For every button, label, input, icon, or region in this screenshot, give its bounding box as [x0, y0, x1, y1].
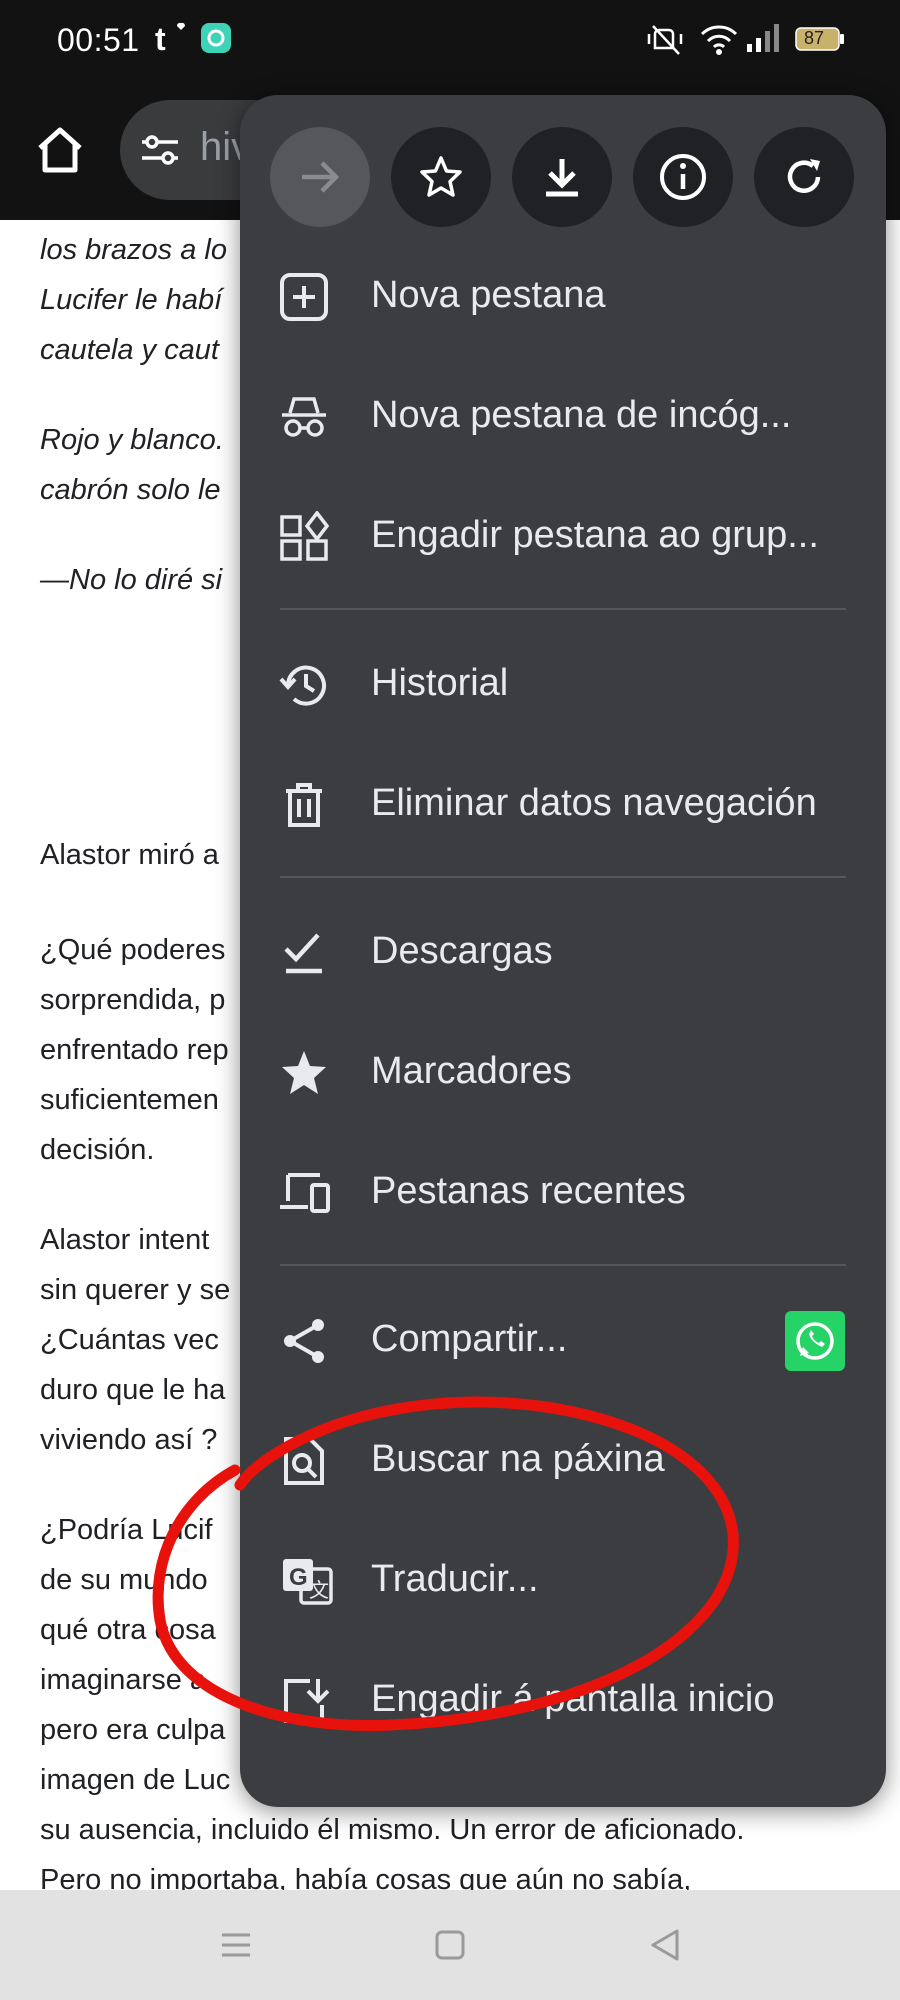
page-info-button[interactable]	[633, 127, 733, 227]
refresh-icon	[787, 159, 821, 193]
history-icon	[279, 665, 326, 706]
text-line: cabrón solo le	[40, 474, 221, 506]
menu-item-incognito[interactable]: Nova pestana de incóg...	[240, 355, 886, 475]
tab-group-icon	[280, 511, 330, 561]
menu-item-label: Descargas	[371, 930, 553, 972]
star-outline-icon	[420, 156, 462, 197]
text-line: los brazos a lo	[40, 234, 227, 266]
menu-item-bookmarks[interactable]: Marcadores	[240, 1011, 886, 1131]
home-icon	[38, 127, 82, 173]
menu-item-label: Traducir...	[371, 1558, 539, 1600]
status-time: 00:51	[57, 22, 140, 58]
menu-divider	[280, 608, 846, 610]
text-line: su ausencia, incluido él mismo. Un error…	[40, 1814, 745, 1846]
home-button[interactable]	[30, 120, 90, 180]
devices-icon	[280, 1173, 330, 1213]
text-line: suficientemen	[40, 1084, 219, 1116]
trash-icon	[286, 783, 322, 827]
system-nav-bar	[0, 1890, 900, 2000]
menu-icon[interactable]	[216, 1925, 256, 1965]
svg-text:G: G	[289, 1564, 308, 1591]
menu-item-label: Nova pestana	[371, 274, 606, 316]
svg-text:t: t	[155, 21, 166, 56]
app-notification-icon	[200, 22, 232, 59]
whatsapp-icon[interactable]	[785, 1311, 845, 1371]
menu-item-label: Buscar na páxina	[371, 1438, 665, 1480]
svg-text:文: 文	[309, 1579, 329, 1602]
menu-item-label: Pestanas recentes	[371, 1170, 686, 1212]
menu-item-translate[interactable]: G文 Traducir...	[240, 1519, 886, 1639]
menu-action-row	[240, 95, 886, 255]
site-settings-icon[interactable]	[138, 130, 182, 175]
text-line: Alastor miró a	[40, 839, 219, 871]
menu-item-label: Compartir...	[371, 1318, 568, 1360]
back-triangle-icon[interactable]	[645, 1925, 685, 1965]
new-tab-icon	[280, 273, 328, 321]
text-line: ¿Qué poderes	[40, 934, 226, 966]
text-line: ¿Podría Lucif	[40, 1514, 213, 1546]
forward-button[interactable]	[270, 127, 370, 227]
menu-item-new-tab[interactable]: Nova pestana	[240, 235, 886, 355]
menu-item-downloads[interactable]: Descargas	[240, 891, 886, 1011]
text-line: Lucifer le habí	[40, 284, 223, 316]
add-to-home-icon	[284, 1679, 330, 1723]
menu-item-label: Marcadores	[371, 1050, 572, 1092]
share-icon	[284, 1319, 324, 1363]
overflow-menu: Nova pestana Nova pestana de incóg... En…	[240, 95, 886, 1807]
star-icon	[282, 1051, 326, 1094]
downloads-icon	[284, 933, 322, 974]
reload-button[interactable]	[754, 127, 854, 227]
text-line: qué otra cosa	[40, 1614, 216, 1646]
download-icon	[546, 159, 578, 197]
signal-icon	[745, 22, 781, 59]
menu-item-find-in-page[interactable]: Buscar na páxina	[240, 1399, 886, 1519]
text-line: pero era culpa	[40, 1714, 226, 1746]
menu-item-label: Historial	[371, 662, 509, 704]
text-line: Alastor intent	[40, 1224, 210, 1256]
text-line: viviendo así ?	[40, 1424, 218, 1456]
text-line: imagen de Luc	[40, 1764, 231, 1796]
translate-icon: G文	[283, 1559, 333, 1605]
text-line: decisión.	[40, 1134, 155, 1166]
menu-item-add-to-home[interactable]: Engadir á pantalla inicio	[240, 1639, 886, 1759]
text-line: Rojo y blanco.	[40, 424, 224, 456]
find-in-page-icon	[284, 1437, 324, 1485]
arrow-forward-icon	[302, 161, 340, 193]
menu-item-history[interactable]: Historial	[240, 623, 886, 743]
text-line: imaginarse a	[40, 1664, 207, 1696]
menu-item-clear-data[interactable]: Eliminar datos navegación	[240, 743, 886, 863]
download-button[interactable]	[512, 127, 612, 227]
text-line: Pero no importaba, había cosas que aún n…	[40, 1864, 692, 1890]
bookmark-button[interactable]	[391, 127, 491, 227]
menu-item-label: Engadir á pantalla inicio	[371, 1678, 775, 1720]
text-line: ¿Cuántas vec	[40, 1324, 219, 1356]
wifi-icon	[700, 22, 738, 61]
tumblr-icon: t	[155, 20, 189, 61]
menu-item-label: Eliminar datos navegación	[371, 782, 817, 824]
home-square-icon[interactable]	[430, 1925, 470, 1965]
text-line: duro que le ha	[40, 1374, 226, 1406]
menu-item-recent-tabs[interactable]: Pestanas recentes	[240, 1131, 886, 1251]
menu-item-add-to-group[interactable]: Engadir pestana ao grup...	[240, 475, 886, 595]
text-line: enfrentado rep	[40, 1034, 229, 1066]
battery-level: 87	[804, 28, 825, 48]
battery-icon: 87	[795, 26, 845, 57]
text-line: de su mundo	[40, 1564, 208, 1596]
status-bar: 00:51 t 87	[0, 0, 900, 80]
incognito-icon	[282, 397, 326, 437]
menu-item-label: Engadir pestana ao grup...	[371, 514, 819, 556]
text-line: cautela y caut	[40, 334, 219, 366]
vibrate-off-icon	[645, 22, 685, 63]
menu-item-label: Nova pestana de incóg...	[371, 394, 792, 436]
menu-divider	[280, 876, 846, 878]
text-line: —No lo diré si	[40, 564, 223, 596]
menu-divider	[280, 1264, 846, 1266]
info-icon	[660, 154, 706, 200]
text-line: sin querer y se	[40, 1274, 231, 1306]
text-line: sorprendida, p	[40, 984, 226, 1016]
menu-item-share[interactable]: Compartir...	[240, 1279, 886, 1399]
